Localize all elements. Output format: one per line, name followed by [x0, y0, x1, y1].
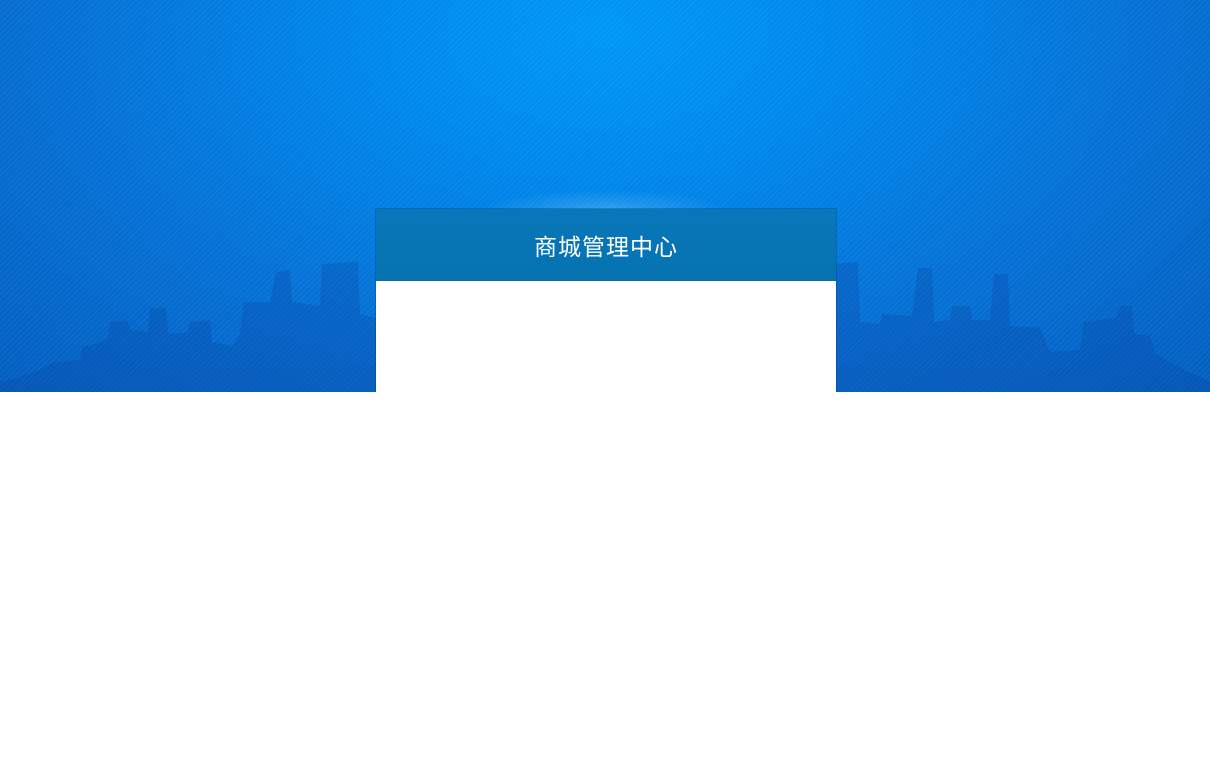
login-panel-header: 商城管理中心	[376, 209, 836, 281]
page-title: 商城管理中心	[534, 234, 678, 261]
login-panel: 商城管理中心	[376, 209, 836, 392]
hero-background: 商城管理中心	[0, 0, 1210, 392]
